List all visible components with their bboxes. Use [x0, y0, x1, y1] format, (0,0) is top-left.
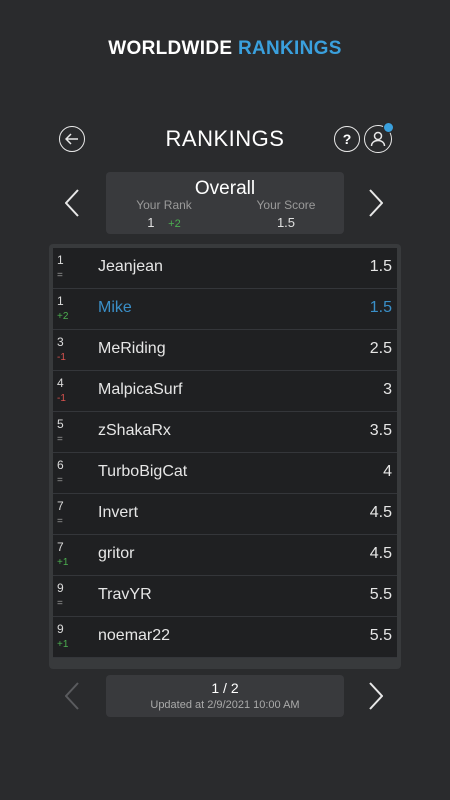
updated-timestamp: Updated at 2/9/2021 10:00 AM	[150, 699, 300, 711]
player-name: zShakaRx	[98, 422, 171, 439]
table-row[interactable]: 1 = Jeanjean 1.5	[53, 248, 397, 289]
page-indicator: 1 / 2	[211, 680, 239, 696]
rank-change: =	[57, 516, 63, 527]
player-name: gritor	[98, 545, 135, 562]
banner-word-worldwide: WORLDWIDE	[108, 38, 233, 59]
rank-number: 9	[57, 581, 64, 595]
previous-category-button[interactable]	[62, 183, 82, 223]
pagination-info: 1 / 2 Updated at 2/9/2021 10:00 AM	[106, 675, 344, 717]
table-row[interactable]: 9 +1 noemar22 5.5	[53, 617, 397, 658]
category-title: Overall	[194, 178, 256, 199]
player-score: 2.5	[369, 340, 392, 357]
table-row[interactable]: 9 = TravYR 5.5	[53, 576, 397, 617]
ranking-summary-card: Overall Your Rank 1 +2 Your Score 1.5	[106, 172, 344, 234]
player-score: 4.5	[369, 545, 392, 562]
player-score: 4.5	[369, 504, 392, 521]
table-row[interactable]: 5 = zShakaRx 3.5	[53, 412, 397, 453]
table-row[interactable]: 3 -1 MeRiding 2.5	[53, 330, 397, 371]
player-name: Mike	[98, 299, 132, 316]
rank-number: 1	[57, 253, 64, 267]
player-name: noemar22	[98, 627, 171, 644]
player-score: 4	[383, 463, 392, 480]
player-score: 3.5	[369, 422, 392, 439]
table-row[interactable]: 7 = Invert 4.5	[53, 494, 397, 535]
rank-change: -1	[57, 352, 66, 363]
banner-word-rankings: RANKINGS	[237, 38, 342, 59]
table-row[interactable]: 4 -1 MalpicaSurf 3	[53, 371, 397, 412]
rank-number: 3	[57, 335, 64, 349]
your-rank-label: Your Rank	[136, 198, 192, 212]
rank-change: +1	[57, 639, 69, 650]
rank-change: =	[57, 434, 63, 445]
chevron-left-icon	[65, 189, 79, 217]
player-name: Jeanjean	[98, 258, 163, 275]
table-row[interactable]: 6 = TurboBigCat 4	[53, 453, 397, 494]
rank-number: 4	[57, 376, 64, 390]
player-name: TurboBigCat	[98, 463, 188, 480]
user-icon	[370, 131, 386, 147]
player-name: TravYR	[98, 586, 152, 603]
your-rank-value: 1	[147, 215, 155, 230]
player-score: 3	[383, 381, 392, 398]
rank-number: 6	[57, 458, 64, 472]
help-button[interactable]: ?	[334, 126, 360, 152]
player-name: Invert	[98, 504, 139, 521]
rank-change: +2	[57, 311, 69, 322]
player-name: MeRiding	[98, 340, 166, 357]
top-bar: RANKINGS ?	[0, 118, 450, 158]
chevron-right-icon	[369, 682, 383, 710]
profile-button[interactable]	[364, 122, 394, 153]
player-score: 1.5	[369, 299, 392, 316]
notification-dot	[383, 122, 394, 133]
your-score-label: Your Score	[256, 198, 316, 212]
rank-change: +1	[57, 557, 69, 568]
chevron-left-icon	[65, 682, 79, 710]
table-row[interactable]: 7 +1 gritor 4.5	[53, 535, 397, 576]
rank-change: -1	[57, 393, 66, 404]
player-score: 1.5	[369, 258, 392, 275]
your-score-block: Your Score 1.5	[236, 198, 336, 230]
next-page-button[interactable]	[366, 676, 386, 716]
player-score: 5.5	[369, 586, 392, 603]
rank-change: =	[57, 475, 63, 486]
next-category-button[interactable]	[366, 183, 386, 223]
rank-number: 5	[57, 417, 64, 431]
rank-number: 7	[57, 499, 64, 513]
your-score-value: 1.5	[276, 215, 296, 230]
player-score: 5.5	[369, 627, 392, 644]
worldwide-rankings-banner: WORLDWIDE RANKINGS	[0, 38, 450, 60]
table-row-current-user[interactable]: 1 +2 Mike 1.5	[53, 289, 397, 330]
previous-page-button[interactable]	[62, 676, 82, 716]
rank-change: =	[57, 598, 63, 609]
rank-number: 1	[57, 294, 64, 308]
rank-change: =	[57, 270, 63, 281]
rank-number: 9	[57, 622, 64, 636]
player-name: MalpicaSurf	[98, 381, 183, 398]
your-rank-change: +2	[168, 218, 181, 230]
question-mark-icon: ?	[342, 131, 352, 147]
chevron-right-icon	[369, 189, 383, 217]
your-rank-block: Your Rank 1 +2	[114, 198, 214, 230]
rank-number: 7	[57, 540, 64, 554]
rankings-table: 1 = Jeanjean 1.5 1 +2 Mike 1.5 3 -1 MeRiding 2.5 4 -1…	[49, 244, 401, 669]
rankings-list[interactable]: 1 = Jeanjean 1.5 1 +2 Mike 1.5 3 -1 MeRiding 2.5 4 -1…	[53, 248, 397, 658]
